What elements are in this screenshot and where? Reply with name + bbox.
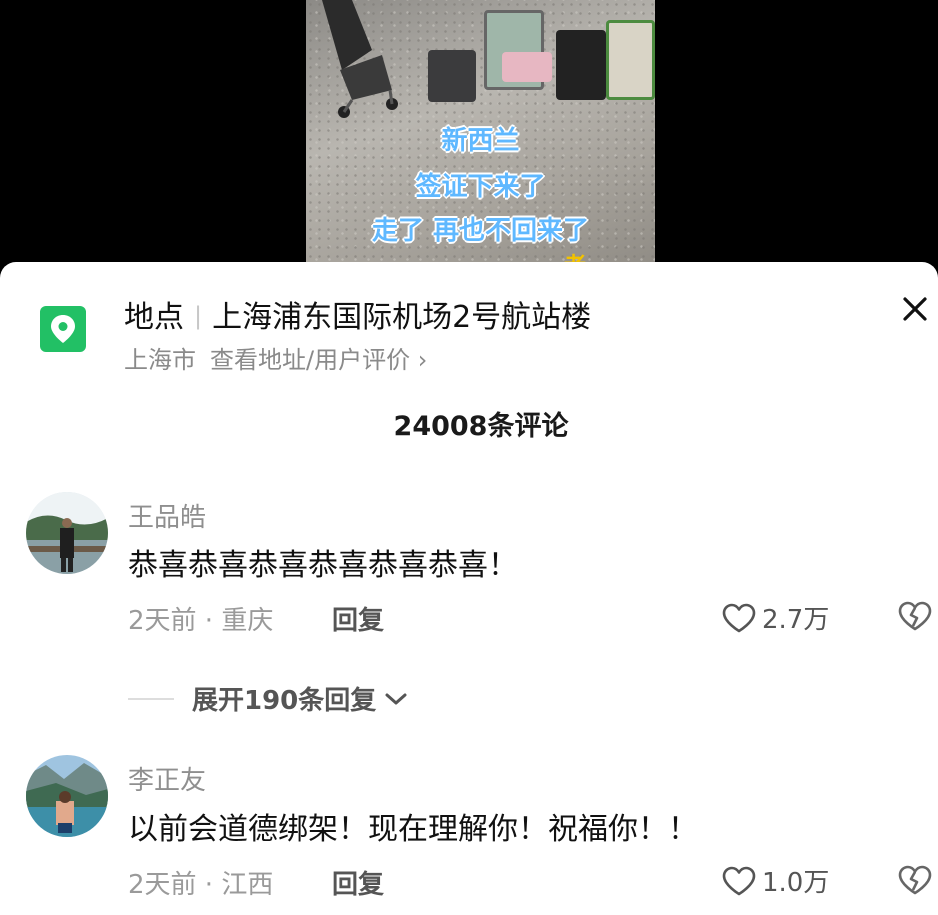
expand-replies-label: 展开190条回复 (192, 686, 377, 716)
location-label: 地点 (124, 300, 184, 335)
location-link[interactable]: 查看地址/用户评价 (210, 346, 410, 374)
expand-replies-button[interactable]: 展开190条回复 (128, 680, 408, 717)
comment-author[interactable]: 李正友 (128, 760, 206, 797)
like-count: 2.7万 (762, 605, 830, 635)
video-frame: 新西兰 签证下来了 走了 再也不回来了 老... (306, 0, 655, 270)
chevron-down-icon (385, 693, 407, 704)
video-overlay-line-3: 走了 再也不回来了 (371, 216, 590, 246)
like-button[interactable]: 2.7万 (722, 599, 829, 636)
chevron-right-icon: › (417, 346, 428, 374)
comment-meta: 2天前 · 江西 (128, 870, 274, 900)
dislike-button[interactable] (898, 600, 932, 634)
avatar[interactable] (26, 492, 108, 574)
video-overlay-line-1: 新西兰 (441, 126, 520, 156)
location-separator: | (194, 302, 203, 330)
location-pin-icon[interactable] (40, 306, 86, 352)
location-subtitle[interactable]: 上海市 查看地址/用户评价 › (124, 340, 427, 375)
location-city: 上海市 (124, 346, 196, 374)
video-player[interactable]: 新西兰 签证下来了 走了 再也不回来了 老... (0, 0, 938, 270)
divider (128, 697, 174, 700)
comment-text: 以前会道德绑架！现在理解你！祝福你！！ (128, 812, 698, 847)
location-name: 上海浦东国际机场2号航站楼 (212, 300, 592, 335)
reply-button[interactable]: 回复 (332, 600, 384, 637)
luggage-cart-2-image (606, 20, 655, 100)
comment-author[interactable]: 王品皓 (128, 497, 206, 534)
heart-icon (722, 866, 756, 895)
stroller-image (322, 0, 398, 118)
heart-icon (722, 603, 756, 632)
broken-heart-icon (898, 865, 932, 895)
bag-image (556, 30, 606, 100)
video-overlay-line-2: 签证下来了 (415, 172, 546, 202)
like-count: 1.0万 (762, 868, 830, 898)
comments-count: 24008条评论 (393, 411, 569, 442)
reply-button[interactable]: 回复 (332, 864, 384, 901)
close-icon (903, 297, 927, 321)
dislike-button[interactable] (898, 864, 932, 898)
suitcase-image (428, 50, 476, 102)
comment-text: 恭喜恭喜恭喜恭喜恭喜恭喜！ (128, 548, 518, 583)
avatar[interactable] (26, 755, 108, 837)
broken-heart-icon (898, 601, 932, 631)
close-button[interactable] (898, 292, 932, 326)
comment-meta: 2天前 · 重庆 (128, 606, 274, 636)
location-title[interactable]: 地点 | 上海浦东国际机场2号航站楼 (124, 292, 591, 336)
like-button[interactable]: 1.0万 (722, 862, 829, 899)
suitcase-pink-image (502, 52, 552, 82)
